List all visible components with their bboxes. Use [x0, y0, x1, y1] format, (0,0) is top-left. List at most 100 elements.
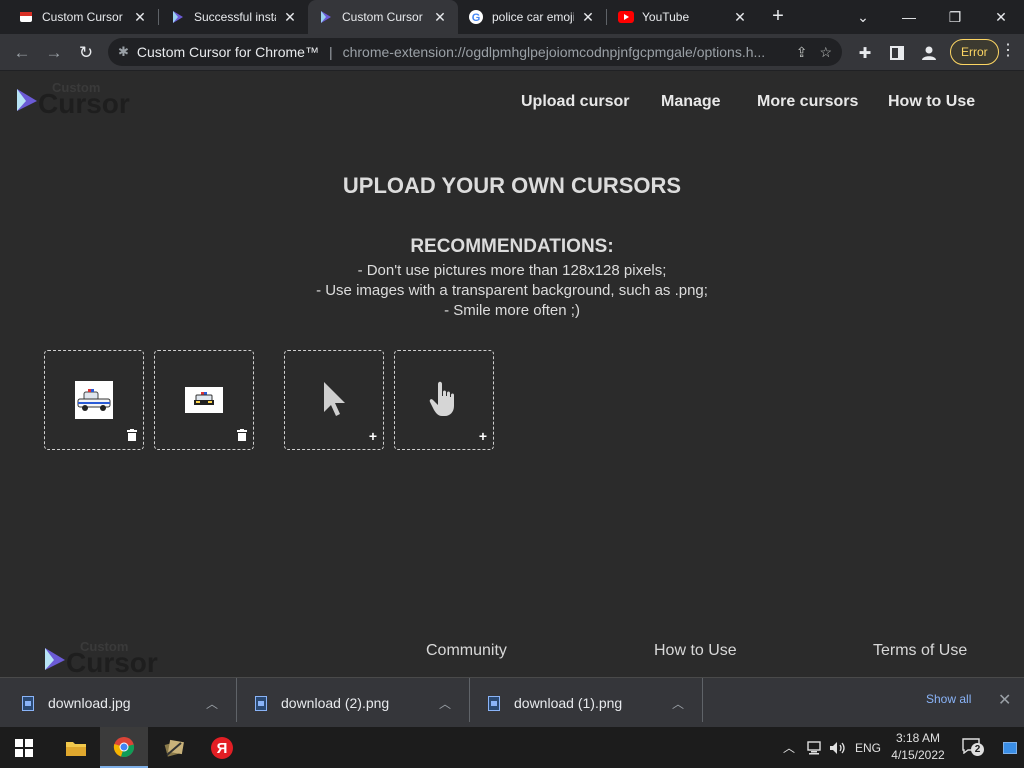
close-tab-icon[interactable]: ✕ [580, 9, 596, 26]
download-separator [236, 678, 237, 722]
close-shelf-icon[interactable]: ✕ [998, 690, 1011, 710]
download-filename: download.jpg [48, 695, 131, 711]
tab-custom-cursor-active[interactable]: Custom Cursor ✕ [308, 0, 458, 34]
forward-button[interactable]: → [40, 39, 68, 67]
trash-icon[interactable] [237, 428, 247, 444]
back-button[interactable]: ← [8, 39, 36, 67]
side-panel-icon[interactable] [883, 39, 911, 67]
logo-wordmark: Custom Cursor [66, 640, 158, 677]
download-item[interactable]: download (2).png ︿ [255, 678, 467, 728]
system-clock[interactable]: 3:18 AM 4/15/2022 [888, 730, 948, 764]
download-separator [702, 678, 703, 722]
site-name: Custom Cursor for Chrome™ [136, 44, 319, 60]
cursor-slot-add-pointer[interactable]: + [284, 350, 384, 450]
add-plus-icon[interactable]: + [479, 428, 487, 444]
more-menu-icon[interactable]: ⋮ [1000, 40, 1016, 60]
add-plus-icon[interactable]: + [369, 428, 377, 444]
police-car-front-thumbnail [185, 387, 223, 413]
file-explorer-button[interactable] [52, 727, 100, 768]
tab-successful-install[interactable]: Successful insta ✕ [160, 0, 308, 34]
minimize-button[interactable]: — [886, 0, 932, 34]
chevron-up-icon[interactable]: ︿ [672, 695, 684, 712]
network-icon[interactable] [802, 727, 826, 768]
tab-youtube[interactable]: YouTube ✕ [608, 0, 758, 34]
chevron-up-icon[interactable]: ︿ [439, 695, 451, 712]
share-icon[interactable]: ⇪ [796, 44, 808, 61]
image-file-icon [488, 695, 500, 711]
cursor-slot-uploaded-1[interactable] [44, 350, 144, 450]
footer-community-link[interactable]: Community [426, 642, 507, 660]
tab-police-car-emoji[interactable]: G police car emoji ✕ [458, 0, 606, 34]
tab-separator [158, 9, 159, 25]
notification-count-badge: 2 [971, 743, 984, 756]
folder-icon [66, 741, 86, 756]
download-filename: download (2).png [281, 695, 390, 711]
new-tab-button[interactable]: + [766, 5, 790, 29]
youtube-icon [618, 9, 634, 25]
download-shelf: download.jpg ︿ download (2).png ︿ downlo… [0, 677, 1024, 727]
profile-error-button[interactable]: Error [950, 39, 999, 65]
image-file-icon [255, 695, 267, 711]
tab-title: Custom Cursor [342, 10, 423, 24]
police-car-thumbnail [75, 381, 113, 419]
close-tab-icon[interactable]: ✕ [282, 9, 298, 26]
footer-terms-link[interactable]: Terms of Use [873, 642, 967, 660]
reload-button[interactable]: ↻ [72, 39, 100, 67]
restore-button[interactable]: ❐ [932, 0, 978, 34]
close-tab-icon[interactable]: ✕ [132, 9, 148, 26]
nav-more-cursors[interactable]: More cursors [757, 93, 858, 111]
image-file-icon [22, 695, 34, 711]
extensions-icon[interactable]: ✚ [851, 39, 879, 67]
page-title: UPLOAD YOUR OWN CURSORS [342, 173, 682, 198]
input-language-indicator[interactable]: ENG [852, 727, 884, 768]
nav-upload-cursor[interactable]: Upload cursor [521, 93, 629, 111]
custom-cursor-arrow-icon [318, 9, 334, 25]
chevron-up-icon[interactable]: ︿ [206, 695, 218, 712]
yandex-icon: Я [211, 736, 233, 759]
logo-wordmark: Custom Cursor [38, 81, 130, 118]
tab-custom-cursor-1[interactable]: Custom Cursor f ✕ [8, 0, 158, 34]
volume-icon[interactable] [826, 727, 850, 768]
close-window-button[interactable]: ✕ [978, 0, 1024, 34]
bookmark-star-icon[interactable]: ☆ [819, 44, 832, 61]
show-hidden-icons-button[interactable]: ︿ [778, 727, 800, 768]
start-button[interactable] [0, 727, 48, 768]
app-taskbar-button[interactable] [150, 727, 198, 768]
download-item[interactable]: download (1).png ︿ [488, 678, 700, 728]
custom-cursor-arrow-icon [45, 647, 65, 670]
close-tab-icon[interactable]: ✕ [732, 9, 748, 26]
close-tab-icon[interactable]: ✕ [432, 9, 448, 26]
trash-icon[interactable] [127, 428, 137, 444]
action-center-button[interactable]: 2 [956, 727, 986, 768]
custom-cursor-red-icon [18, 9, 34, 25]
tab-separator [606, 9, 607, 25]
footer-logo[interactable]: Custom Cursor [44, 640, 158, 677]
windows-taskbar: Я ︿ ENG 3:18 AM 4/15/2022 2 [0, 727, 1024, 768]
tab-title: police car emoji [492, 10, 574, 24]
cursor-slot-uploaded-2[interactable] [154, 350, 254, 450]
clock-date: 4/15/2022 [891, 748, 945, 762]
address-bar[interactable]: ✱ Custom Cursor for Chrome™ | chrome-ext… [108, 38, 842, 66]
yandex-browser-button[interactable]: Я [198, 727, 246, 768]
tab-title: YouTube [642, 10, 690, 24]
footer-how-to-use-link[interactable]: How to Use [654, 642, 737, 660]
custom-cursor-arrow-icon [170, 9, 186, 25]
download-item[interactable]: download.jpg ︿ [22, 678, 234, 728]
custom-cursor-logo[interactable]: Custom Cursor [16, 81, 130, 118]
chrome-icon [113, 736, 135, 757]
tab-title: Custom Cursor f [42, 10, 126, 24]
cursor-slot-add-hand[interactable]: + [394, 350, 494, 450]
url-text: chrome-extension://ogdlpmhglpejoiomcodnp… [342, 44, 766, 60]
recommendations-title: RECOMMENDATIONS: [410, 236, 614, 257]
extension-options-page: Custom Cursor Upload cursor Manage More … [0, 71, 1024, 677]
hand-cursor-icon [427, 379, 461, 419]
nav-manage[interactable]: Manage [661, 93, 721, 111]
show-all-downloads-button[interactable]: Show all [926, 692, 971, 706]
tab-search-icon[interactable]: ⌄ [840, 0, 886, 34]
chrome-taskbar-button[interactable] [100, 727, 148, 768]
show-desktop-button[interactable] [996, 727, 1024, 768]
nav-how-to-use[interactable]: How to Use [888, 93, 975, 111]
recommendation-line: - Don't use pictures more than 128x128 p… [357, 262, 667, 279]
profile-avatar-icon[interactable] [915, 39, 943, 67]
extension-puzzle-icon: ✱ [118, 44, 129, 59]
